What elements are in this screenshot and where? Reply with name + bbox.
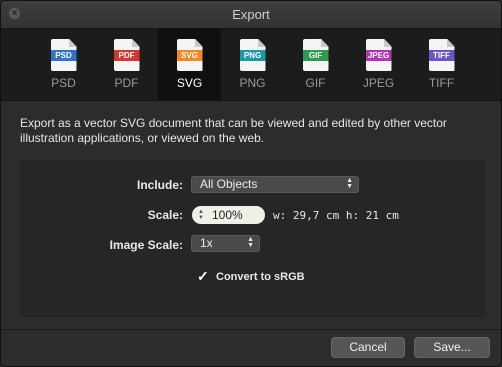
tiff-file-icon: TIFF (428, 39, 455, 71)
footer-divider (1, 329, 501, 330)
format-selector: PSD PSD PDF PDF SVG SVG PNG PNG GIF GIF JPEG JPEG TI… (1, 29, 501, 101)
include-label: Include: (136, 178, 183, 192)
page-fold (257, 39, 266, 47)
format-tab-svg[interactable]: SVG SVG (158, 29, 221, 100)
format-label: GIF (305, 76, 326, 90)
format-label: PDF (114, 76, 139, 90)
format-badge: GIF (302, 50, 329, 61)
page-fold (320, 39, 329, 47)
page-fold (131, 39, 140, 47)
include-popup[interactable]: All Objects ▲ ▼ (191, 176, 359, 193)
title-bar: × Export (1, 1, 501, 29)
format-label: PSD (51, 76, 76, 90)
format-badge: TIFF (428, 50, 455, 61)
popup-arrows-icon: ▲ ▼ (346, 177, 353, 190)
options-panel: Include: All Objects ▲ ▼ Scale: ▲ ▼ 100% w… (20, 160, 485, 317)
popup-arrows-icon: ▲ ▼ (247, 236, 254, 249)
format-badge: PSD (50, 50, 77, 61)
jpeg-file-icon: JPEG (365, 39, 392, 71)
pdf-file-icon: PDF (113, 39, 140, 71)
export-options-area: Export as a vector SVG document that can… (1, 101, 501, 366)
format-tab-png[interactable]: PNG PNG (221, 29, 284, 100)
format-badge: PDF (113, 50, 140, 61)
format-tab-pdf[interactable]: PDF PDF (95, 29, 158, 100)
psd-file-icon: PSD (50, 39, 77, 71)
format-badge: SVG (176, 50, 203, 61)
format-tab-gif[interactable]: GIF GIF (284, 29, 347, 100)
include-value: All Objects (200, 177, 258, 191)
format-tab-psd[interactable]: PSD PSD (32, 29, 95, 100)
cancel-button[interactable]: Cancel (331, 337, 405, 358)
window-title: Export (232, 7, 270, 22)
page-fold (194, 39, 203, 47)
format-label: TIFF (428, 76, 455, 90)
scale-value: 100% (212, 208, 243, 222)
format-description: Export as a vector SVG document that can… (20, 116, 447, 145)
stepper-icon[interactable]: ▲ ▼ (198, 209, 204, 221)
format-badge: PNG (239, 50, 266, 61)
format-label: JPEG (362, 76, 395, 90)
scale-label: Scale: (147, 208, 183, 222)
image-scale-popup[interactable]: 1x ▲ ▼ (191, 235, 260, 252)
format-label: PNG (239, 76, 266, 90)
convert-srgb-label: Convert to sRGB (216, 271, 305, 283)
dimensions-readout: w: 29,7 cm h: 21 cm (273, 209, 399, 222)
format-label: SVG (176, 76, 203, 90)
page-fold (383, 39, 392, 47)
format-tab-tiff[interactable]: TIFF TIFF (410, 29, 473, 100)
page-fold (68, 39, 77, 47)
convert-srgb-checkbox[interactable]: ✓ (197, 269, 211, 283)
image-scale-value: 1x (200, 236, 213, 250)
save-button[interactable]: Save... (414, 337, 490, 358)
page-fold (446, 39, 455, 47)
gif-file-icon: GIF (302, 39, 329, 71)
export-dialog: × Export PSD PSD PDF PDF SVG SVG PNG PNG GIF GIF J… (0, 0, 502, 367)
image-scale-label: Image Scale: (109, 238, 183, 252)
format-tab-jpeg[interactable]: JPEG JPEG (347, 29, 410, 100)
format-badge: JPEG (365, 50, 392, 61)
png-file-icon: PNG (239, 39, 266, 71)
svg-file-icon: SVG (176, 39, 203, 71)
scale-field[interactable]: ▲ ▼ 100% (192, 206, 265, 224)
